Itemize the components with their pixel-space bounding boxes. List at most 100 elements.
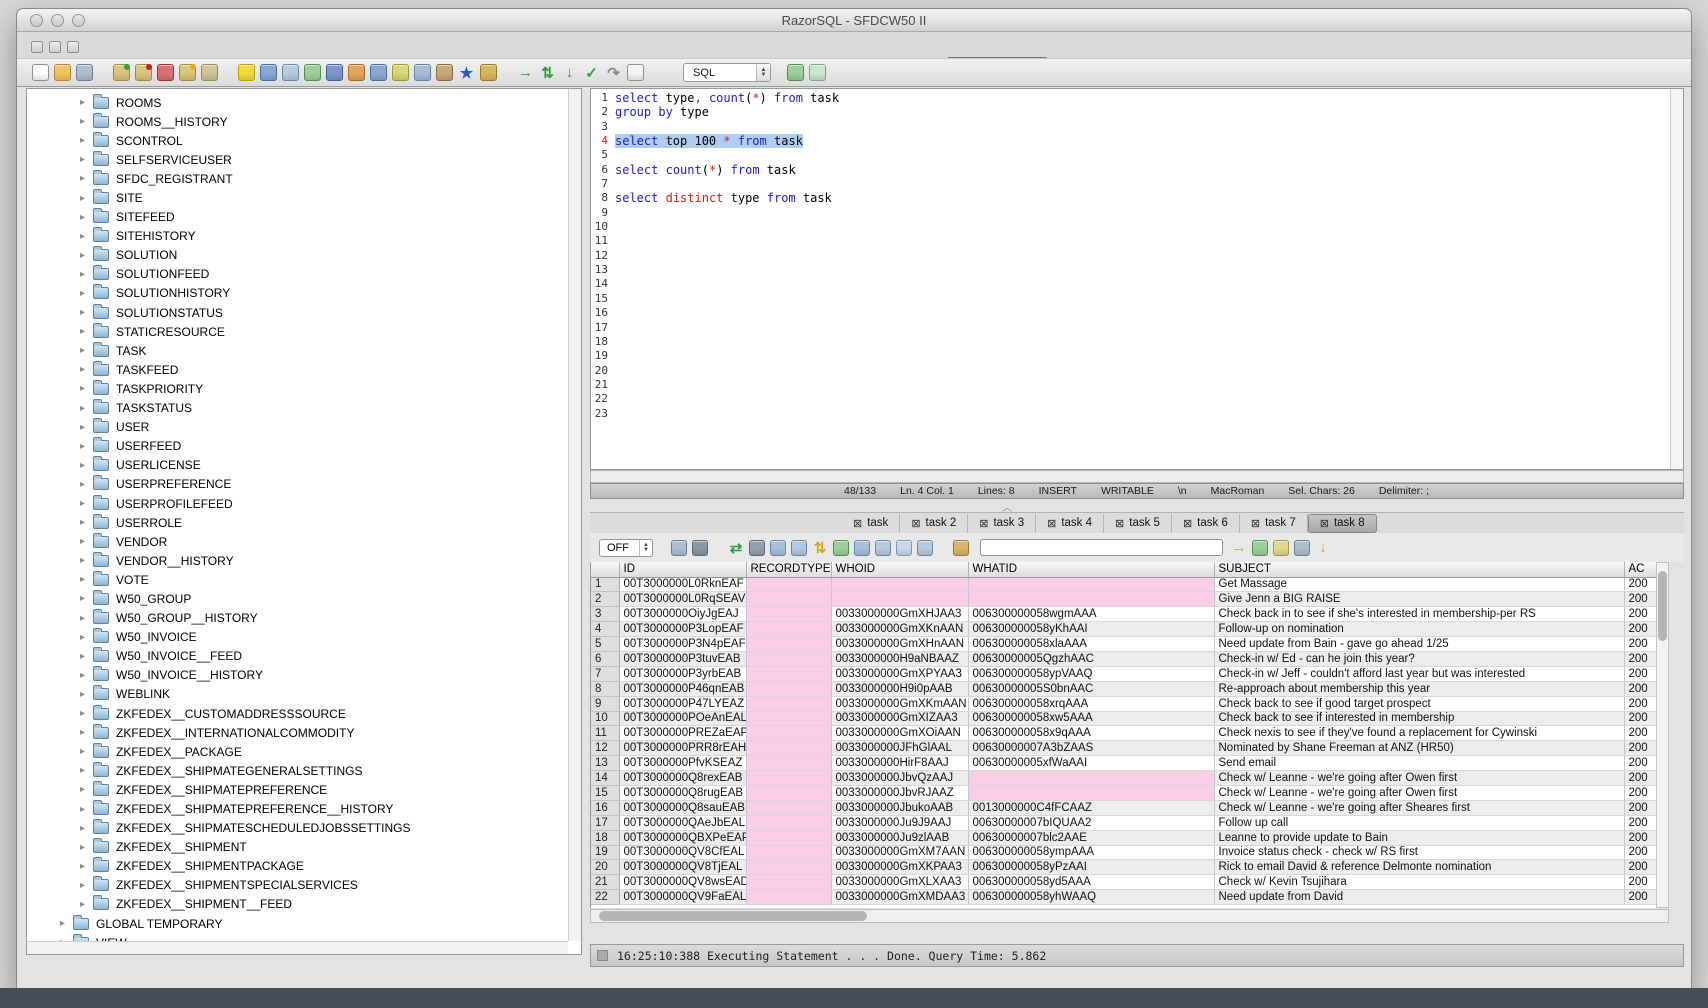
tree-item-taskpriority[interactable]: ▸TASKPRIORITY [27, 379, 581, 398]
tree-item-userprofilefeed[interactable]: ▸USERPROFILEFEED [27, 494, 581, 513]
row-limit-stepper-icon[interactable]: ▲▼ [639, 540, 652, 556]
cell-id[interactable]: 00T3000000P3yrbEAB [619, 666, 746, 681]
favorites-star-icon[interactable]: ★ [458, 64, 475, 81]
cell-recordtypeid[interactable] [746, 756, 831, 771]
open-folder-icon[interactable] [54, 64, 71, 81]
book-blue-icon[interactable] [326, 64, 343, 81]
cell-subject[interactable]: Leanne to provide update to Bain [1214, 830, 1624, 845]
editor-line[interactable]: 5 [591, 148, 1683, 162]
column-header-ac[interactable]: AC [1624, 562, 1656, 577]
edit-list-icon[interactable] [392, 64, 409, 81]
cell-id[interactable]: 00T3000000PfvKSEAZ [619, 756, 746, 771]
editor-line[interactable]: 17 [591, 321, 1683, 335]
tree-item-zkfedex-shipmatescheduledjobssettings[interactable]: ▸ZKFEDEX__SHIPMATESCHEDULEDJOBSSETTINGS [27, 819, 581, 838]
cell-whoid[interactable]: 0033000000JbvQzAAJ [831, 771, 968, 786]
save-results-icon[interactable] [671, 540, 687, 556]
row-number-cell[interactable]: 3 [591, 607, 619, 622]
filter-icon[interactable] [692, 540, 708, 556]
disclosure-triangle-icon[interactable]: ▸ [76, 345, 89, 356]
column-header-whatid[interactable]: WHATID [968, 562, 1214, 577]
row-number-cell[interactable]: 8 [591, 681, 619, 696]
view-glasses-icon[interactable] [749, 540, 765, 556]
row-number-cell[interactable]: 2 [591, 592, 619, 607]
table-hscroll-thumb[interactable] [599, 911, 867, 921]
cell-subject[interactable]: Invoice status check - check w/ RS first [1214, 845, 1624, 860]
cell-whoid[interactable]: 0033000000GmXHJAA3 [831, 607, 968, 622]
cell-recordtypeid[interactable] [746, 875, 831, 890]
editor-line[interactable]: 12 [591, 249, 1683, 263]
cell-subject[interactable]: Need update from David [1214, 890, 1624, 905]
row-limit-combo[interactable]: OFF ▲▼ [599, 539, 653, 557]
sort-columns-icon[interactable]: ⇅ [812, 540, 828, 556]
cell-subject[interactable]: Check w/ Leanne - we're going after Owen… [1214, 785, 1624, 800]
cell-id[interactable]: 00T3000000P3LopEAF [619, 622, 746, 637]
editor-line[interactable]: 13 [591, 263, 1683, 277]
cell-whatid[interactable]: 00630000005xfWaAAI [968, 756, 1214, 771]
result-tab-task-4[interactable]: ⊠task 4 [1036, 514, 1104, 533]
tree-item-zkfedex-shipment[interactable]: ▸ZKFEDEX__SHIPMENT [27, 838, 581, 857]
editor-vertical-scrollbar[interactable] [1670, 89, 1683, 469]
disclosure-triangle-icon[interactable]: ▸ [76, 899, 89, 910]
list-blue-icon[interactable] [370, 64, 387, 81]
disclosure-triangle-icon[interactable]: ▸ [76, 307, 89, 318]
combo-stepper-icon[interactable]: ▲▼ [756, 64, 770, 81]
export-icon[interactable] [1252, 540, 1268, 556]
disclosure-triangle-icon[interactable]: ▸ [76, 231, 89, 242]
cell-whoid[interactable]: 0033000000JbvRJAAZ [831, 785, 968, 800]
cell-whoid[interactable] [831, 577, 968, 592]
result-tab-task-3[interactable]: ⊠task 3 [968, 514, 1036, 533]
cell-ac[interactable]: 200 [1624, 726, 1656, 741]
editor-line[interactable]: 16 [591, 306, 1683, 320]
new-file-icon[interactable] [32, 64, 49, 81]
cell-ac[interactable]: 200 [1624, 666, 1656, 681]
cell-ac[interactable]: 200 [1624, 875, 1656, 890]
new-database-icon[interactable] [179, 64, 196, 81]
cell-whoid[interactable]: 0033000000GmXLXAA3 [831, 875, 968, 890]
cell-recordtypeid[interactable] [746, 637, 831, 652]
mini-window-button-2[interactable] [49, 41, 61, 53]
disclosure-triangle-icon[interactable]: ▸ [76, 727, 89, 738]
cell-whatid[interactable]: 006300000058yd5AAA [968, 875, 1214, 890]
cell-recordtypeid[interactable] [746, 726, 831, 741]
editor-line[interactable]: 6select count(*) from task [591, 163, 1683, 177]
disclosure-triangle-icon[interactable]: ▸ [76, 784, 89, 795]
editor-line[interactable]: 7 [591, 177, 1683, 191]
disclosure-triangle-icon[interactable]: ▸ [76, 326, 89, 337]
editor-line[interactable]: 3 [591, 120, 1683, 134]
execute-lightning-icon[interactable] [238, 64, 255, 81]
copy-connection-icon[interactable] [157, 64, 174, 81]
table-copy-icon[interactable] [917, 540, 933, 556]
cell-whoid[interactable]: 0033000000GmXPYAA3 [831, 666, 968, 681]
cell-whatid[interactable]: 006300000058ympAAA [968, 845, 1214, 860]
disclosure-triangle-icon[interactable]: ▸ [76, 403, 89, 414]
table-vscroll-thumb[interactable] [1658, 571, 1667, 641]
tree-item-taskstatus[interactable]: ▸TASKSTATUS [27, 399, 581, 418]
tree-horizontal-scrollbar[interactable] [27, 941, 568, 954]
commit-check-icon[interactable]: ✓ [583, 64, 600, 81]
disclosure-triangle-icon[interactable]: ▸ [76, 574, 89, 585]
connect-icon[interactable] [113, 64, 130, 81]
cell-ac[interactable]: 200 [1624, 785, 1656, 800]
disclosure-triangle-icon[interactable]: ▸ [76, 154, 89, 165]
edit-cell-icon[interactable] [770, 540, 786, 556]
cell-whoid[interactable]: 0033000000GmXIZAA3 [831, 711, 968, 726]
cell-ac[interactable]: 200 [1624, 860, 1656, 875]
cell-id[interactable]: 00T3000000PRR8rEAH [619, 741, 746, 756]
cell-whatid[interactable] [968, 592, 1214, 607]
cell-ac[interactable]: 200 [1624, 815, 1656, 830]
tree-item-zkfedex-shipmatepreference[interactable]: ▸ZKFEDEX__SHIPMATEPREFERENCE [27, 780, 581, 799]
disclosure-triangle-icon[interactable]: ▸ [76, 135, 89, 146]
cell-whatid[interactable]: 006300000058xlaAAA [968, 637, 1214, 652]
tree-item-sitefeed[interactable]: ▸SITEFEED [27, 208, 581, 227]
disclosure-triangle-icon[interactable]: ▸ [76, 880, 89, 891]
disclosure-triangle-icon[interactable]: ▸ [76, 517, 89, 528]
cell-recordtypeid[interactable] [746, 622, 831, 637]
log-document-icon[interactable] [627, 64, 644, 81]
row-number-cell[interactable]: 11 [591, 726, 619, 741]
cell-recordtypeid[interactable] [746, 592, 831, 607]
editor-line[interactable]: 9 [591, 206, 1683, 220]
sql-editor[interactable]: 1select type, count(*) from task2group b… [590, 88, 1684, 470]
cell-subject[interactable]: Need update from Bain - gave go ahead 1/… [1214, 637, 1624, 652]
tree-item-solutionfeed[interactable]: ▸SOLUTIONFEED [27, 265, 581, 284]
row-number-cell[interactable]: 5 [591, 637, 619, 652]
